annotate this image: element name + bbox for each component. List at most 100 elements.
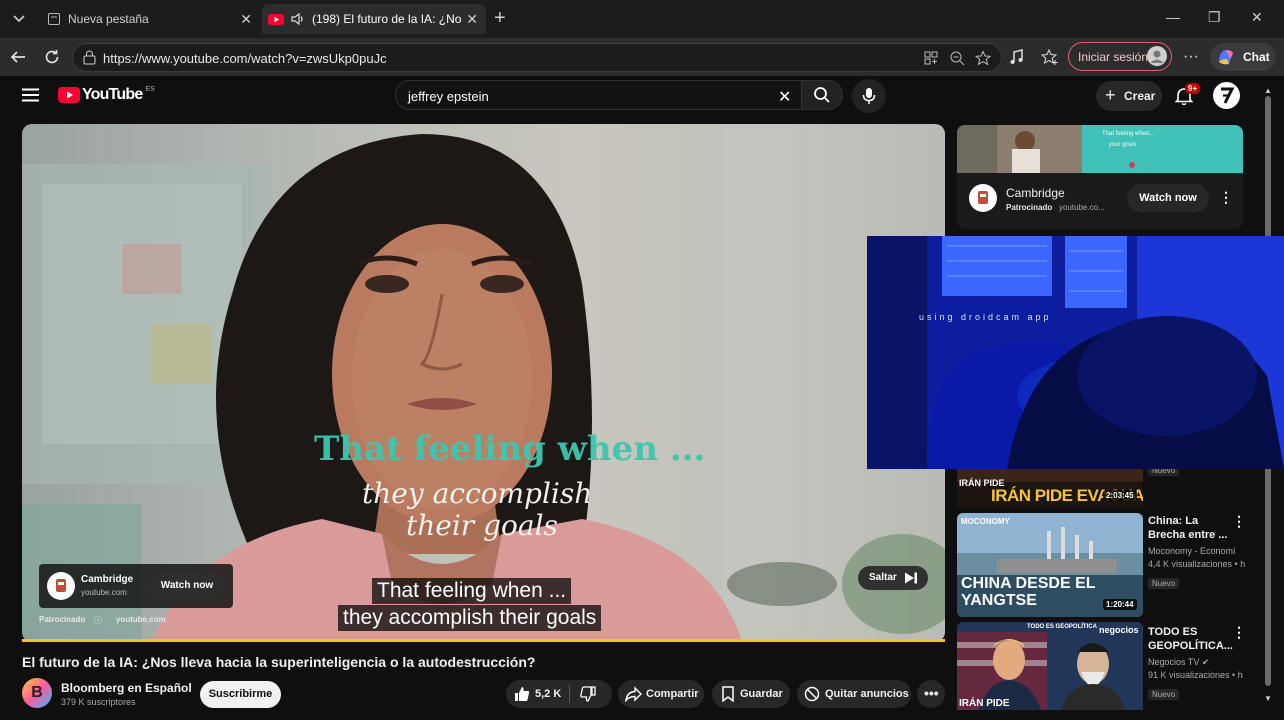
caption-line-1: That feeling when ...	[372, 578, 572, 604]
sidebar-item-3-info[interactable]: TODO ES GEOPOLÍTICA... Negocios TV ✔ 91 …	[1148, 625, 1243, 702]
tab-title: (198) El futuro de la IA: ¿Nos l	[312, 12, 462, 26]
sidebar-ad-card[interactable]: That feeling when... your goals Cambridg…	[957, 125, 1243, 229]
address-bar[interactable]: https://www.youtube.com/watch?v=zwsUkp0p…	[72, 43, 1002, 72]
search-input[interactable]: jeffrey epstein ✕	[395, 80, 803, 110]
notification-badge: 9+	[1185, 83, 1201, 94]
advertiser-logo	[47, 572, 75, 600]
tab-actions-chevron-icon[interactable]	[12, 11, 26, 25]
channel-name: Negocios TV	[1148, 657, 1200, 667]
video-overlay-line2: they accomplish	[362, 477, 593, 510]
caption-line-2: they accomplish their goals	[338, 605, 602, 631]
favorite-star-icon[interactable]	[975, 50, 991, 66]
youtube-favicon-icon	[268, 11, 284, 27]
video-menu-icon[interactable]: ⋮	[1232, 624, 1246, 641]
sidebar-ad-watch-now-button[interactable]: Watch now	[1127, 184, 1209, 212]
camera-feed	[867, 236, 1284, 469]
voice-search-button[interactable]	[852, 79, 886, 113]
audio-playing-icon[interactable]	[290, 11, 306, 27]
new-badge: Nuevo	[1148, 689, 1180, 700]
site-info-icon[interactable]	[82, 50, 97, 65]
badge-row: Nuevo	[1148, 573, 1236, 591]
skip-label: Saltar	[869, 572, 897, 583]
copilot-chat-button[interactable]: Chat	[1210, 43, 1276, 71]
ad-domain: youtube.com	[81, 588, 127, 597]
microphone-icon	[862, 88, 876, 104]
clear-search-icon[interactable]: ✕	[778, 87, 791, 107]
camera-overlay-window[interactable]: using droidcam app	[867, 236, 1284, 469]
scroll-up-icon[interactable]: ▲	[1264, 86, 1272, 95]
youtube-logo-text: YouTube	[82, 86, 143, 103]
create-button[interactable]: + Crear	[1096, 81, 1162, 111]
ad-brand: Cambridge	[81, 574, 134, 585]
channel-name[interactable]: Bloomberg en Español	[61, 681, 192, 695]
tab-title: Nueva pestaña	[68, 12, 149, 26]
zoom-icon[interactable]	[949, 50, 965, 66]
more-menu-icon[interactable]: ···	[1183, 48, 1199, 66]
video-duration: 2:03:45	[1103, 490, 1137, 501]
channel-avatar[interactable]: B	[22, 678, 52, 708]
back-icon[interactable]	[9, 48, 27, 66]
video-player[interactable]: That feeling when ... they accomplish th…	[22, 124, 945, 642]
like-icon[interactable]	[514, 686, 530, 702]
close-tab-icon[interactable]: ✕	[466, 11, 478, 28]
media-control-icon[interactable]	[1008, 48, 1026, 66]
save-button[interactable]: Guardar	[712, 680, 790, 708]
copilot-icon	[1216, 47, 1236, 67]
share-button[interactable]: Compartir	[618, 680, 704, 708]
share-label: Compartir	[646, 688, 699, 700]
ad-card[interactable]: Cambridge youtube.com Watch now	[39, 564, 233, 608]
avatar-icon	[1147, 46, 1167, 66]
app-available-icon[interactable]	[923, 50, 939, 66]
overlay-watermark-text: using droidcam app	[919, 312, 1052, 322]
like-count[interactable]: 5,2 K	[535, 688, 561, 700]
minimize-icon[interactable]: —	[1166, 9, 1180, 25]
ad-info-icon[interactable]: ⓘ	[94, 615, 102, 626]
sidebar-ad-menu-icon[interactable]: ⋮	[1219, 189, 1233, 206]
sidebar-thumb-2[interactable]: MOCONOMY CHINA DESDE EL YANGTSE 1:20:44	[957, 513, 1143, 617]
subscriber-count: 379 K suscriptores	[61, 697, 136, 707]
tab-new-tab[interactable]: Nueva pestaña ✕	[38, 4, 260, 34]
share-icon	[625, 686, 642, 702]
ad-watch-now-button[interactable]: Watch now	[149, 573, 225, 599]
favorites-icon[interactable]	[1041, 48, 1059, 66]
reload-icon[interactable]	[43, 48, 61, 66]
ad-progress-bar[interactable]	[22, 639, 945, 642]
new-tab-button[interactable]: +	[494, 7, 506, 30]
scroll-down-icon[interactable]: ▼	[1264, 694, 1272, 703]
dislike-icon[interactable]	[580, 686, 596, 702]
video-title: TODO ES GEOPOLÍTICA...	[1148, 626, 1233, 652]
sign-in-button[interactable]: Iniciar sesión	[1068, 42, 1172, 71]
chat-label: Chat	[1243, 50, 1270, 64]
skip-ad-button[interactable]: Saltar	[858, 566, 928, 590]
youtube-logo-icon	[58, 87, 80, 103]
badge-row: Nuevo	[1148, 684, 1236, 702]
close-tab-icon[interactable]: ✕	[240, 11, 252, 28]
video-overlay-line3: their goals	[406, 509, 558, 542]
more-actions-button[interactable]: •••	[917, 680, 945, 708]
video-menu-icon[interactable]: ⋮	[1232, 513, 1246, 530]
youtube-logo[interactable]: YouTube ES	[58, 86, 155, 104]
account-avatar[interactable]	[1213, 82, 1240, 109]
hamburger-menu-icon[interactable]	[22, 88, 39, 102]
sidebar-thumb-3[interactable]: TODO ES GEOPOLÍTICA negocios IRÁN PIDE	[957, 622, 1143, 710]
no-ads-icon	[804, 686, 820, 702]
video-title: China: La Brecha entre ...	[1148, 515, 1228, 541]
search-button[interactable]	[801, 80, 843, 110]
video-overlay-headline: That feeling when ...	[314, 429, 706, 469]
video-title: El futuro de la IA: ¿Nos lleva hacia la …	[22, 654, 536, 670]
tab-youtube-video[interactable]: (198) El futuro de la IA: ¿Nos l ✕	[262, 4, 486, 34]
ad-sponsored-domain: youtube.com	[116, 615, 166, 624]
subscribe-button[interactable]: Suscribirme	[200, 681, 281, 708]
more-horizontal-icon: •••	[924, 685, 939, 701]
url-text: https://www.youtube.com/watch?v=zwsUkp0p…	[103, 51, 387, 66]
like-divider	[569, 685, 570, 703]
restore-icon[interactable]: ❐	[1208, 9, 1221, 26]
sidebar-ad-banner-text-1: That feeling when...	[1102, 131, 1155, 137]
close-window-icon[interactable]: ✕	[1251, 9, 1263, 26]
plus-icon: +	[1105, 85, 1116, 105]
remove-ads-button[interactable]: Quitar anuncios	[797, 680, 911, 708]
new-badge: Nuevo	[1148, 578, 1180, 589]
create-label: Crear	[1124, 89, 1156, 103]
sidebar-ad-sponsored: Patrocinado	[1006, 203, 1053, 212]
sidebar-item-2-info[interactable]: China: La Brecha entre ... Moconomy - Ec…	[1148, 514, 1245, 591]
